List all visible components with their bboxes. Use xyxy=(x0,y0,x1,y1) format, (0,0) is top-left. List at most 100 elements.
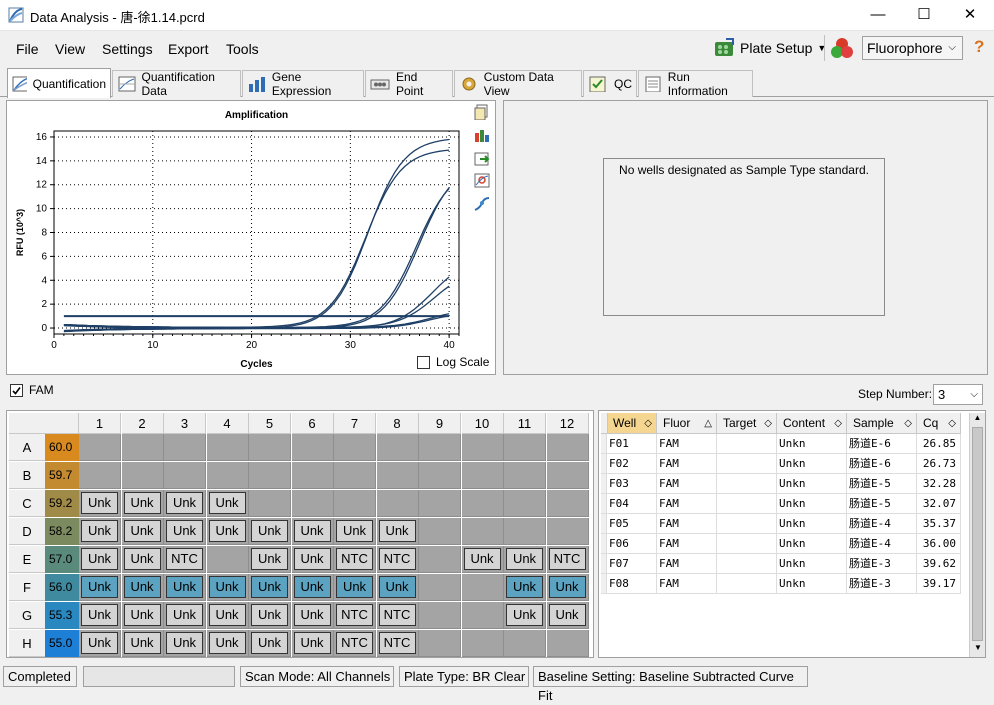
plate-cell[interactable] xyxy=(419,574,461,601)
tab-quantification[interactable]: Quantification xyxy=(7,68,111,98)
well-E1[interactable]: Unk xyxy=(81,548,118,570)
row-header[interactable]: C xyxy=(9,490,45,517)
row-header[interactable]: H xyxy=(9,630,45,657)
table-cell[interactable]: FAM xyxy=(657,434,717,454)
table-cell[interactable]: F06 xyxy=(607,534,657,554)
plate-cell[interactable] xyxy=(461,434,504,461)
well-G7[interactable]: NTC xyxy=(336,604,373,626)
table-cell[interactable]: 36.00 xyxy=(917,534,961,554)
plate-cell[interactable]: NTC xyxy=(546,546,589,573)
plate-cell[interactable]: NTC xyxy=(334,602,376,629)
plate-cell[interactable] xyxy=(504,630,546,657)
plate-cell[interactable] xyxy=(121,434,164,461)
table-cell[interactable]: F03 xyxy=(607,474,657,494)
tab-custom-data-view[interactable]: Custom Data View xyxy=(454,70,582,98)
table-cell[interactable] xyxy=(717,494,777,514)
table-cell[interactable]: 肠道E-3 xyxy=(847,574,917,594)
plate-cell[interactable]: Unk xyxy=(504,602,546,629)
table-cell[interactable]: Unkn xyxy=(777,434,847,454)
sort-icon[interactable]: ◇ xyxy=(644,413,652,434)
well-G8[interactable]: NTC xyxy=(378,604,416,626)
plate-cell[interactable]: Unk xyxy=(461,546,504,573)
plate-cell[interactable] xyxy=(164,462,206,489)
plate-cell[interactable]: Unk xyxy=(164,574,206,601)
well-F3[interactable]: Unk xyxy=(166,576,203,598)
table-cell[interactable] xyxy=(717,554,777,574)
plate-cell[interactable] xyxy=(334,490,376,517)
well-F6[interactable]: Unk xyxy=(293,576,331,598)
table-cell[interactable]: FAM xyxy=(657,534,717,554)
plate-cell[interactable] xyxy=(504,490,546,517)
menu-settings[interactable]: Settings xyxy=(102,41,153,57)
column-header-sample[interactable]: Sample ◇ xyxy=(847,413,917,434)
plate-cell[interactable] xyxy=(546,490,589,517)
fluorophore-select[interactable]: Fluorophore ⌵ xyxy=(862,36,963,60)
plate-cell[interactable] xyxy=(546,518,589,545)
table-cell[interactable]: Unkn xyxy=(777,574,847,594)
well-F2[interactable]: Unk xyxy=(123,576,161,598)
table-cell[interactable]: F05 xyxy=(607,514,657,534)
table-cell[interactable]: FAM xyxy=(657,554,717,574)
table-cell[interactable]: F04 xyxy=(607,494,657,514)
plate-cell[interactable]: Unk xyxy=(79,630,121,657)
plate-cell[interactable] xyxy=(419,462,461,489)
plate-cell[interactable]: Unk xyxy=(164,490,206,517)
vertical-scrollbar[interactable]: ▲ ▼ xyxy=(969,413,985,657)
row-header[interactable]: G xyxy=(9,602,45,629)
plate-cell[interactable] xyxy=(419,434,461,461)
table-cell[interactable]: 39.62 xyxy=(917,554,961,574)
menu-file[interactable]: File xyxy=(16,41,39,57)
tab-end-point[interactable]: End Point xyxy=(365,70,453,98)
well-G3[interactable]: Unk xyxy=(166,604,203,626)
plate-cell[interactable] xyxy=(206,546,249,573)
sort-icon[interactable]: ◇ xyxy=(904,413,912,434)
well-E11[interactable]: Unk xyxy=(506,548,543,570)
well-C4[interactable]: Unk xyxy=(208,492,246,514)
table-cell[interactable] xyxy=(717,534,777,554)
plate-cell[interactable] xyxy=(291,490,334,517)
well-D8[interactable]: Unk xyxy=(378,520,416,542)
well-H8[interactable]: NTC xyxy=(378,632,416,654)
table-cell[interactable]: 肠道E-5 xyxy=(847,494,917,514)
column-header[interactable]: 4 xyxy=(206,413,249,434)
row-header[interactable]: A xyxy=(9,434,45,461)
plate-cell[interactable]: Unk xyxy=(79,490,121,517)
column-header[interactable]: 12 xyxy=(546,413,589,434)
table-cell[interactable] xyxy=(717,454,777,474)
plate-cell[interactable]: Unk xyxy=(121,546,164,573)
column-header[interactable]: 11 xyxy=(504,413,546,434)
plate-cell[interactable] xyxy=(249,490,291,517)
well-D3[interactable]: Unk xyxy=(166,520,203,542)
plate-cell[interactable]: Unk xyxy=(376,574,419,601)
table-cell[interactable]: 26.85 xyxy=(917,434,961,454)
well-H4[interactable]: Unk xyxy=(208,632,246,654)
plate-cell[interactable]: Unk xyxy=(206,602,249,629)
tab-run-information[interactable]: Run Information xyxy=(638,70,753,98)
log-scale-checkbox[interactable]: Log Scale xyxy=(417,355,489,369)
column-header-fluor[interactable]: Fluor △ xyxy=(657,413,717,434)
well-D7[interactable]: Unk xyxy=(336,520,373,542)
scroll-up-icon[interactable]: ▲ xyxy=(970,413,985,427)
minimize-button[interactable]: — xyxy=(855,0,901,31)
plate-cell[interactable]: Unk xyxy=(79,518,121,545)
well-D6[interactable]: Unk xyxy=(293,520,331,542)
table-cell[interactable] xyxy=(717,514,777,534)
well-E10[interactable]: Unk xyxy=(463,548,501,570)
table-cell[interactable]: F01 xyxy=(607,434,657,454)
table-cell[interactable]: 肠道E-4 xyxy=(847,534,917,554)
well-D2[interactable]: Unk xyxy=(123,520,161,542)
well-G4[interactable]: Unk xyxy=(208,604,246,626)
well-H6[interactable]: Unk xyxy=(293,632,331,654)
well-D5[interactable]: Unk xyxy=(251,520,288,542)
well-E2[interactable]: Unk xyxy=(123,548,161,570)
row-header[interactable]: B xyxy=(9,462,45,489)
well-G12[interactable]: Unk xyxy=(548,604,586,626)
row-header[interactable]: E xyxy=(9,546,45,573)
plate-cell[interactable]: Unk xyxy=(121,630,164,657)
plate-cell[interactable]: Unk xyxy=(291,518,334,545)
plate-cell[interactable]: NTC xyxy=(334,546,376,573)
column-header[interactable]: 10 xyxy=(461,413,504,434)
amplification-chart[interactable]: Amplification Cycles RFU (10^3) 0 10 20 30 40 0 2… xyxy=(7,101,495,374)
plate-cell[interactable]: Unk xyxy=(291,574,334,601)
scroll-down-icon[interactable]: ▼ xyxy=(970,643,986,657)
